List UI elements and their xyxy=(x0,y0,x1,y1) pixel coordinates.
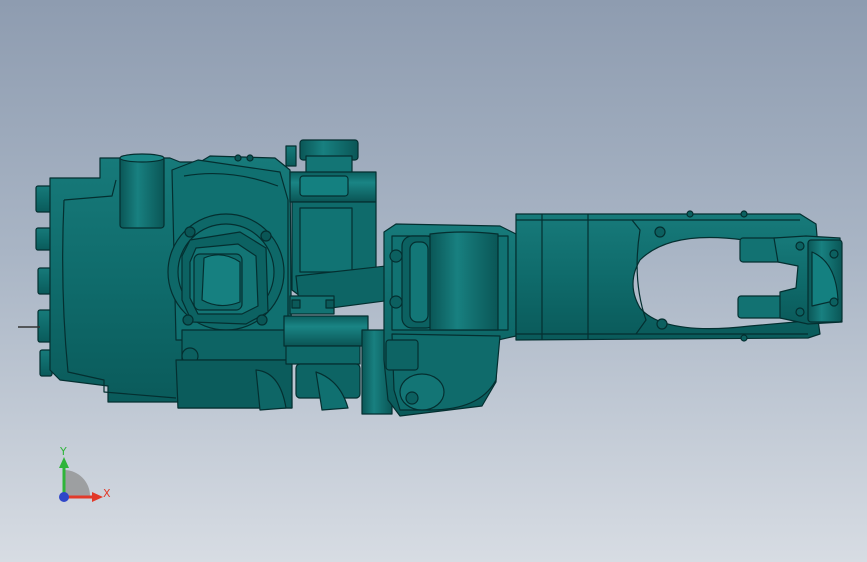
x-axis-label: X xyxy=(103,487,111,500)
elbow-housing xyxy=(361,223,517,417)
axis-triad: Y X xyxy=(59,445,111,502)
x-axis-arrow xyxy=(92,492,103,502)
wrist-assembly xyxy=(737,235,843,325)
z-axis-dot xyxy=(59,492,69,502)
base-connectors xyxy=(18,185,53,377)
robot-arm-model[interactable] xyxy=(18,139,843,417)
forearm xyxy=(515,210,821,342)
triad-plane-shade xyxy=(64,470,90,496)
y-axis-label: Y xyxy=(59,445,67,458)
y-axis-arrow xyxy=(59,457,69,468)
base-housing xyxy=(49,153,293,411)
cad-viewport[interactable]: Y X xyxy=(0,0,867,562)
